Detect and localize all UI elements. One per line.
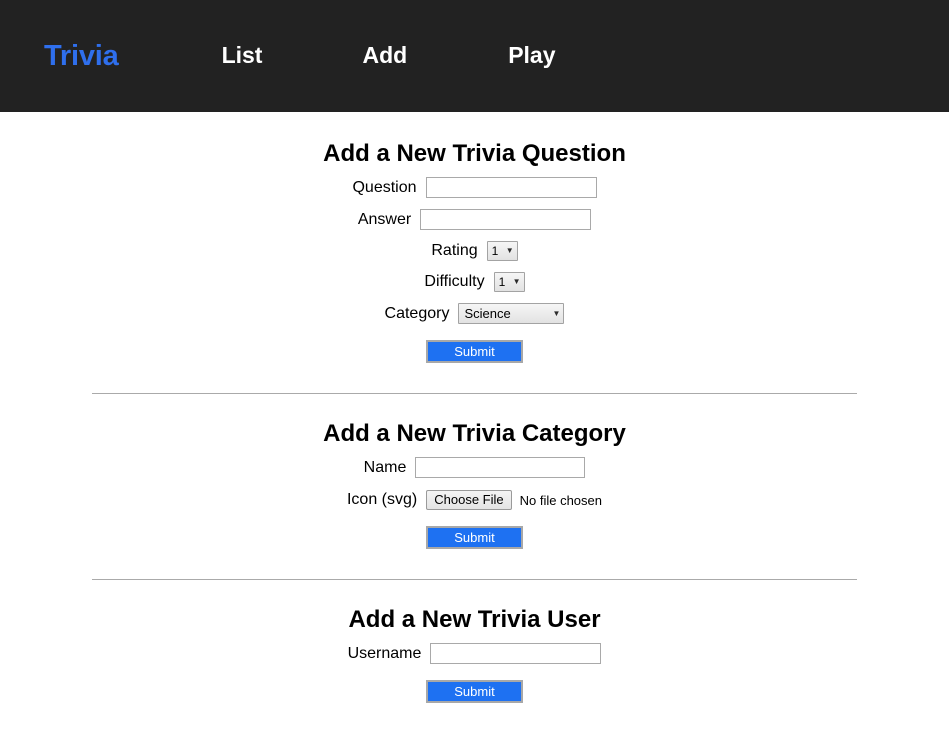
category-label: Category [385,306,459,322]
category-select-value: Science [464,307,510,320]
category-field-row: Category Science ▼ [92,303,857,324]
username-label: Username [348,646,431,662]
answer-field-row: Answer [92,209,857,230]
category-name-field-row: Name [92,457,857,478]
rating-label: Rating [431,243,486,259]
add-category-section: Add a New Trivia Category Name Icon (svg… [92,394,857,549]
nav-link-list[interactable]: List [222,42,263,68]
username-input[interactable] [430,643,601,664]
nav-item-add[interactable]: Add [362,44,407,68]
question-submit-button[interactable]: Submit [426,340,523,363]
nav-brand-trivia[interactable]: Trivia [44,42,119,71]
category-select[interactable]: Science ▼ [458,303,564,324]
rating-select-value: 1 [492,245,499,257]
nav-item-list[interactable]: List [222,44,263,68]
category-submit-button[interactable]: Submit [426,526,523,549]
category-name-label: Name [364,460,416,476]
user-submit-button[interactable]: Submit [426,680,523,703]
answer-label: Answer [358,212,420,228]
chevron-down-icon: ▼ [553,310,561,318]
add-user-heading: Add a New Trivia User [92,580,857,632]
main-content: Add a New Trivia Question Question Answe… [0,112,949,703]
category-name-input[interactable] [415,457,585,478]
chevron-down-icon: ▼ [513,278,521,286]
add-category-heading: Add a New Trivia Category [92,394,857,446]
category-icon-field-row: Icon (svg) Choose File No file chosen [92,490,857,510]
nav-item-play[interactable]: Play [508,44,555,68]
file-input-control[interactable]: Choose File No file chosen [426,490,602,510]
question-label: Question [352,180,425,196]
nav-link-play[interactable]: Play [508,42,555,68]
difficulty-field-row: Difficulty 1 ▼ [92,272,857,292]
rating-select[interactable]: 1 ▼ [487,241,518,261]
rating-field-row: Rating 1 ▼ [92,241,857,261]
top-navbar: Trivia List Add Play [0,0,949,112]
answer-input[interactable] [420,209,591,230]
chevron-down-icon: ▼ [506,247,514,255]
difficulty-select[interactable]: 1 ▼ [494,272,525,292]
add-question-section: Add a New Trivia Question Question Answe… [92,112,857,363]
file-status-text: No file chosen [520,494,602,507]
username-field-row: Username [92,643,857,664]
add-user-section: Add a New Trivia User Username Submit [92,580,857,703]
category-submit-row: Submit [92,526,857,549]
category-icon-label: Icon (svg) [347,492,426,508]
nav-links: List Add Play [119,44,556,68]
choose-file-button[interactable]: Choose File [426,490,511,510]
nav-link-add[interactable]: Add [362,42,407,68]
question-submit-row: Submit [92,340,857,363]
user-submit-row: Submit [92,680,857,703]
add-question-heading: Add a New Trivia Question [92,112,857,166]
question-input[interactable] [426,177,597,198]
difficulty-select-value: 1 [499,276,506,288]
difficulty-label: Difficulty [424,274,493,290]
question-field-row: Question [92,177,857,198]
